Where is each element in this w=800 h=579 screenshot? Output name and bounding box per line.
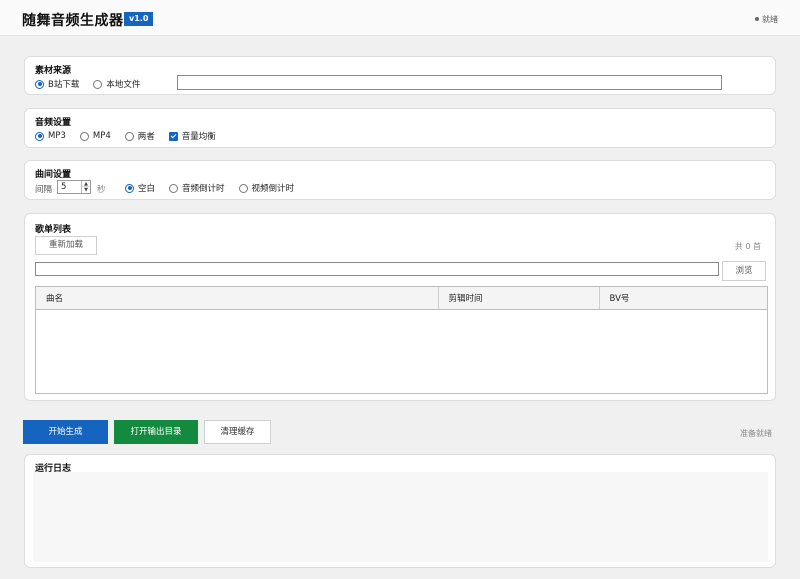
- column-clip-time[interactable]: 剪辑时间: [438, 287, 600, 310]
- version-badge: v1.0: [124, 12, 154, 26]
- interval-value: 5: [61, 182, 67, 192]
- interval-label: 间隔: [35, 185, 53, 195]
- normalize-checkbox[interactable]: 音量均衡: [168, 130, 216, 142]
- source-options: B站下载 本地文件: [35, 78, 154, 90]
- gap-mode-options: 空白 音频倒计时 视频倒计时: [125, 182, 308, 194]
- spin-down-icon[interactable]: ▼: [82, 187, 90, 193]
- source-card: 素材来源 B站下载 本地文件: [24, 56, 776, 95]
- gap-option-label: 视频倒计时: [251, 184, 295, 194]
- source-option-label: B站下载: [48, 80, 80, 90]
- gap-option-video-countdown[interactable]: 视频倒计时: [238, 182, 295, 194]
- song-table-frame: 曲名 剪辑时间 BV号: [35, 286, 768, 394]
- source-option-bilibili[interactable]: B站下载: [35, 78, 79, 90]
- radio-unchecked-icon: [124, 131, 134, 141]
- open-output-button[interactable]: 打开输出目录: [114, 420, 198, 444]
- format-option-label: 两者: [137, 132, 155, 142]
- gap-settings-title: 曲间设置: [35, 170, 72, 180]
- spin-arrows: ▲ ▼: [81, 181, 90, 193]
- column-title[interactable]: 曲名: [36, 287, 439, 310]
- format-option-label: MP4: [92, 131, 111, 141]
- playlist-path-input[interactable]: [35, 262, 719, 276]
- format-option-label: MP3: [48, 131, 66, 141]
- gap-option-label: 空白: [138, 184, 156, 194]
- format-option-mp3[interactable]: MP3: [35, 131, 66, 141]
- radio-unchecked-icon: [93, 79, 103, 89]
- clear-cache-button[interactable]: 清理缓存: [204, 420, 271, 444]
- app-header: 随舞音频生成器 v1.0 就绪: [0, 0, 800, 36]
- playlist-card: 歌单列表 重新加载 共 0 首 浏览 曲名 剪辑时间 BV号: [24, 213, 776, 401]
- song-count: 共 0 首: [734, 242, 761, 251]
- gap-option-audio-countdown[interactable]: 音频倒计时: [169, 182, 225, 194]
- radio-unchecked-icon: [169, 183, 179, 193]
- status-dot-icon: [755, 17, 759, 21]
- radio-checked-icon: [125, 183, 134, 193]
- header-status-text: 就绪: [762, 15, 778, 24]
- start-button[interactable]: 开始生成: [23, 420, 108, 444]
- reload-button[interactable]: 重新加载: [35, 236, 97, 255]
- gap-option-label: 音频倒计时: [182, 184, 225, 194]
- interval-unit: 秒: [97, 185, 106, 195]
- column-bv[interactable]: BV号: [599, 287, 767, 310]
- radio-unchecked-icon: [79, 131, 89, 141]
- normalize-label: 音量均衡: [181, 132, 216, 142]
- source-option-local[interactable]: 本地文件: [93, 78, 140, 90]
- browse-button[interactable]: 浏览: [722, 261, 766, 281]
- radio-checked-icon: [35, 131, 44, 141]
- action-status: 准备就绪: [740, 429, 772, 438]
- source-url-input[interactable]: [177, 75, 722, 90]
- gap-option-blank[interactable]: 空白: [125, 182, 155, 194]
- interval-spinbox[interactable]: 5 ▲ ▼: [57, 180, 91, 194]
- app-title: 随舞音频生成器: [22, 13, 124, 29]
- header-status: 就绪: [755, 14, 778, 25]
- playlist-title: 歌单列表: [35, 225, 72, 235]
- log-output[interactable]: [33, 472, 768, 562]
- audio-format-options: MP3 MP4 两者 音量均衡: [35, 130, 230, 142]
- source-title: 素材来源: [35, 66, 72, 76]
- source-option-label: 本地文件: [106, 80, 141, 90]
- radio-checked-icon: [35, 79, 44, 89]
- song-table-header: 曲名 剪辑时间 BV号: [36, 287, 767, 310]
- checkbox-checked-icon: [168, 131, 178, 141]
- format-option-mp4[interactable]: MP4: [79, 131, 111, 141]
- audio-settings-card: 音频设置 MP3 MP4 两者 音量均衡: [24, 108, 776, 148]
- song-table: 曲名 剪辑时间 BV号: [36, 287, 767, 310]
- gap-settings-card: 曲间设置 间隔 5 ▲ ▼ 秒 空白 音频倒计时 视频倒计时: [24, 160, 776, 200]
- log-card: 运行日志: [24, 454, 776, 568]
- radio-unchecked-icon: [238, 183, 248, 193]
- audio-settings-title: 音频设置: [35, 118, 72, 128]
- format-option-both[interactable]: 两者: [124, 130, 155, 142]
